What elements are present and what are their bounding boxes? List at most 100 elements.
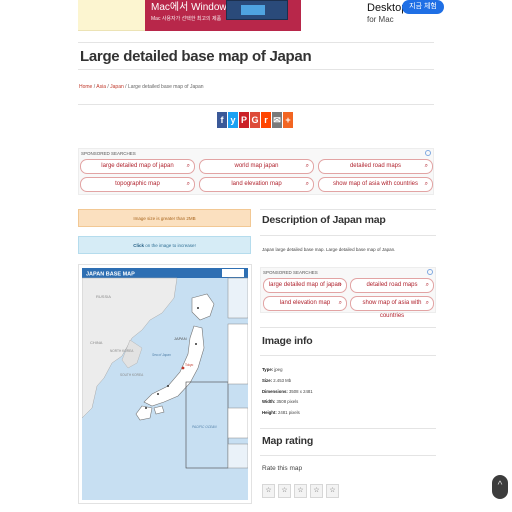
more-share-icon[interactable]: + xyxy=(283,112,293,128)
notice-text: on the image to increase! xyxy=(143,243,196,248)
star-icon[interactable]: ☆ xyxy=(262,484,275,498)
map-label-tokyo: Tokyo xyxy=(185,363,194,367)
map-label-north-korea: NORTH KOREA xyxy=(110,349,134,353)
rating-heading: Map rating xyxy=(262,435,314,447)
info-dimensions-label: Dimensions: xyxy=(262,389,288,394)
facebook-icon[interactable]: f xyxy=(217,112,227,128)
search-pill[interactable]: show map of asia with countries ⌕ xyxy=(318,177,433,192)
ad-right-panel[interactable]: Desktop for Mac 지금 체험 xyxy=(301,0,444,31)
map-label-sea-of-japan: Sea of Japan xyxy=(152,353,171,357)
ad-banner[interactable]: Mac에서 Windows 앱 실행 Mac 사용자가 선택한 최고의 제품 D… xyxy=(78,0,444,31)
image-size-notice: Image size is greater than 2MB xyxy=(78,209,251,227)
map-label-south-korea: SOUTH KOREA xyxy=(120,373,144,377)
star-icon[interactable]: ☆ xyxy=(326,484,339,498)
breadcrumb-home[interactable]: Home xyxy=(79,84,92,90)
search-pill[interactable]: large detailed map of japan ⌕ xyxy=(263,278,347,293)
info-type-label: Type: xyxy=(262,367,274,372)
info-size-value: 2.453 Mb xyxy=(272,378,292,383)
rate-this-map-label: Rate this map xyxy=(262,465,303,472)
breadcrumb-current: Large detailed base map of Japan xyxy=(127,84,204,90)
info-height: Height: 2481 pixels xyxy=(262,410,300,415)
ad-screenshot-image xyxy=(226,0,288,20)
info-width: Width: 3508 pixels xyxy=(262,399,298,404)
search-icon: ⌕ xyxy=(425,282,429,288)
divider xyxy=(260,235,436,236)
sponsored-label: SPONSORED SEARCHES xyxy=(81,151,136,156)
search-pill-label: detailed road maps xyxy=(366,282,418,288)
info-dimensions: Dimensions: 3508 x 2481 xyxy=(262,389,313,394)
search-pill-label: large detailed map of japan xyxy=(101,163,174,169)
search-icon: ⌕ xyxy=(305,181,309,187)
search-icon: ⌕ xyxy=(305,163,309,169)
divider xyxy=(260,455,436,456)
info-icon[interactable] xyxy=(425,150,431,156)
reddit-icon[interactable]: r xyxy=(261,112,271,128)
map-label-japan: JAPAN xyxy=(174,336,187,341)
info-size-label: Size: xyxy=(262,378,273,383)
star-icon[interactable]: ☆ xyxy=(278,484,291,498)
star-icon[interactable]: ☆ xyxy=(310,484,323,498)
search-pill-label: large detailed map of japan xyxy=(268,282,342,288)
search-pill[interactable]: detailed road maps ⌕ xyxy=(318,159,433,174)
search-pill[interactable]: large detailed map of japan ⌕ xyxy=(80,159,195,174)
info-width-value: 3508 pixels xyxy=(275,399,299,404)
info-width-label: Width: xyxy=(262,399,276,404)
search-icon: ⌕ xyxy=(186,181,190,187)
page-title: Large detailed base map of Japan xyxy=(80,48,312,65)
scroll-to-top-button[interactable]: ^ xyxy=(492,475,508,499)
japan-map-graphic: JAPAN BASE MAP RUSSIA CHINA NORTH KOREA … xyxy=(82,268,248,500)
search-pill-label: world map japan xyxy=(234,163,279,169)
search-icon: ⌕ xyxy=(424,181,428,187)
click-to-enlarge-notice[interactable]: Click on the image to increase! xyxy=(78,236,251,254)
search-icon: ⌕ xyxy=(338,282,342,288)
info-type: Type: jpeg xyxy=(262,367,282,372)
search-pill[interactable]: land elevation map ⌕ xyxy=(263,296,347,311)
description-text: Japan large detailed base map. Large det… xyxy=(262,247,396,252)
map-title: JAPAN BASE MAP xyxy=(86,272,135,278)
description-heading: Description of Japan map xyxy=(262,214,386,226)
map-label-pacific: PACIFIC OCEAN xyxy=(192,425,217,429)
ad-cta-button[interactable]: 지금 체험 xyxy=(402,0,444,14)
ad-right-subtitle: for Mac xyxy=(367,15,394,24)
info-type-value: jpeg xyxy=(273,367,283,372)
sponsored-searches-side: SPONSORED SEARCHES large detailed map of… xyxy=(260,267,436,319)
google-icon[interactable]: G xyxy=(250,112,260,128)
divider xyxy=(78,104,434,105)
search-pill[interactable]: land elevation map ⌕ xyxy=(199,177,314,192)
info-height-value: 2481 pixels xyxy=(276,410,300,415)
click-link[interactable]: Click xyxy=(133,243,144,248)
map-label-china: CHINA xyxy=(90,340,103,345)
info-icon[interactable] xyxy=(427,269,433,275)
image-info-heading: Image info xyxy=(262,335,313,347)
search-pill-label: show map of asia with countries xyxy=(332,181,419,187)
search-pill-label: detailed road maps xyxy=(349,163,402,169)
search-pill[interactable]: world map japan ⌕ xyxy=(199,159,314,174)
pinterest-icon[interactable]: P xyxy=(239,112,249,128)
breadcrumb-japan[interactable]: Japan xyxy=(110,84,124,90)
search-pill[interactable]: topographic map ⌕ xyxy=(80,177,195,192)
search-pill-label: show map of asia with countries xyxy=(362,300,422,319)
breadcrumb-asia[interactable]: Asia xyxy=(96,84,106,90)
search-pill-label: land elevation map xyxy=(231,181,282,187)
search-icon: ⌕ xyxy=(425,300,429,306)
search-icon: ⌕ xyxy=(424,163,428,169)
search-icon: ⌕ xyxy=(186,163,190,169)
search-pill[interactable]: show map of asia with countries ⌕ xyxy=(350,296,434,319)
divider xyxy=(78,42,434,43)
search-pill-label: land elevation map xyxy=(279,300,331,306)
map-image[interactable]: JAPAN BASE MAP RUSSIA CHINA NORTH KOREA … xyxy=(78,264,252,504)
breadcrumb: Home / Asia / Japan / Large detailed bas… xyxy=(79,84,204,90)
rating-stars: ☆ ☆ ☆ ☆ ☆ xyxy=(262,484,339,498)
info-dimensions-value: 3508 x 2481 xyxy=(287,389,313,394)
email-icon[interactable]: ✉ xyxy=(272,112,282,128)
share-bar: f y P G r ✉ + xyxy=(217,112,293,128)
divider xyxy=(260,327,436,328)
star-icon[interactable]: ☆ xyxy=(294,484,307,498)
map-label-russia: RUSSIA xyxy=(96,294,111,299)
search-icon: ⌕ xyxy=(338,300,342,306)
sponsored-searches-top: SPONSORED SEARCHES large detailed map of… xyxy=(78,148,434,195)
search-pill-label: topographic map xyxy=(115,181,160,187)
info-size: Size: 2.453 Mb xyxy=(262,378,291,383)
twitter-icon[interactable]: y xyxy=(228,112,238,128)
search-pill[interactable]: detailed road maps ⌕ xyxy=(350,278,434,293)
